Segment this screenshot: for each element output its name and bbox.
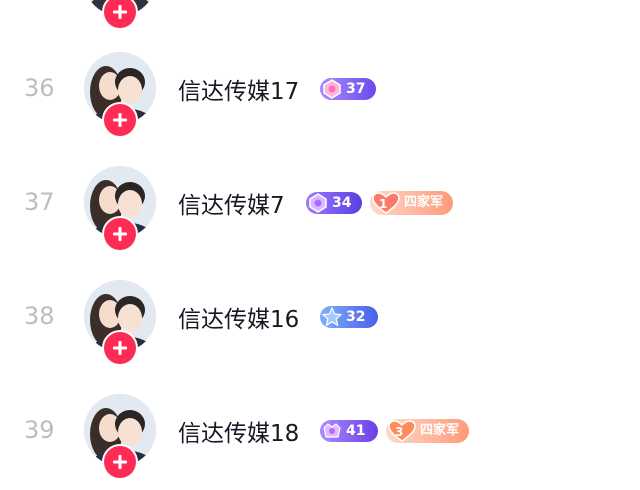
follow-button[interactable] — [102, 330, 138, 366]
level-badge: 32 — [320, 306, 378, 328]
level-number: 32 — [346, 309, 366, 325]
plus-icon — [113, 113, 127, 127]
list-item: 38 信达传媒16 32 — [0, 280, 640, 376]
follow-button[interactable] — [102, 102, 138, 138]
level-badge: 34 — [306, 192, 362, 214]
fan-club-badge: 3 四家军 — [386, 419, 470, 443]
crown-gem-icon — [323, 423, 341, 438]
username[interactable]: 信达传媒7 — [178, 186, 285, 220]
username[interactable]: 信达传媒16 — [178, 300, 299, 334]
fan-level-number: 1 — [379, 197, 388, 211]
list-item — [0, 0, 640, 40]
level-number: 34 — [332, 195, 352, 211]
rank-number: 39 — [24, 416, 55, 444]
plus-icon — [113, 227, 127, 241]
plus-icon — [113, 341, 127, 355]
rank-number: 37 — [24, 188, 55, 216]
username[interactable]: 信达传媒18 — [178, 414, 299, 448]
follow-button[interactable] — [102, 0, 138, 30]
gem-icon — [309, 193, 327, 213]
level-number: 41 — [346, 423, 366, 439]
follow-button[interactable] — [102, 216, 138, 252]
level-badge: 41 — [320, 420, 378, 442]
fan-club-label: 四家军 — [420, 423, 460, 438]
plus-icon — [113, 5, 127, 19]
level-badge: 37 — [320, 78, 376, 100]
star-icon — [322, 307, 342, 327]
gem-icon — [323, 79, 341, 99]
level-number: 37 — [346, 81, 366, 97]
fan-club-badge: 1 四家军 — [370, 191, 454, 215]
fan-club-label: 四家军 — [404, 195, 444, 210]
rank-number: 38 — [24, 302, 55, 330]
fan-level-number: 3 — [395, 425, 404, 439]
rank-number: 36 — [24, 74, 55, 102]
plus-icon — [113, 455, 127, 469]
list-item: 37 信达传媒7 34 1 四家军 — [0, 166, 640, 262]
follow-button[interactable] — [102, 444, 138, 480]
list-item: 36 信达传媒17 37 — [0, 52, 640, 148]
username[interactable]: 信达传媒17 — [178, 72, 299, 106]
list-item: 39 信达传媒18 41 3 四家军 — [0, 394, 640, 490]
